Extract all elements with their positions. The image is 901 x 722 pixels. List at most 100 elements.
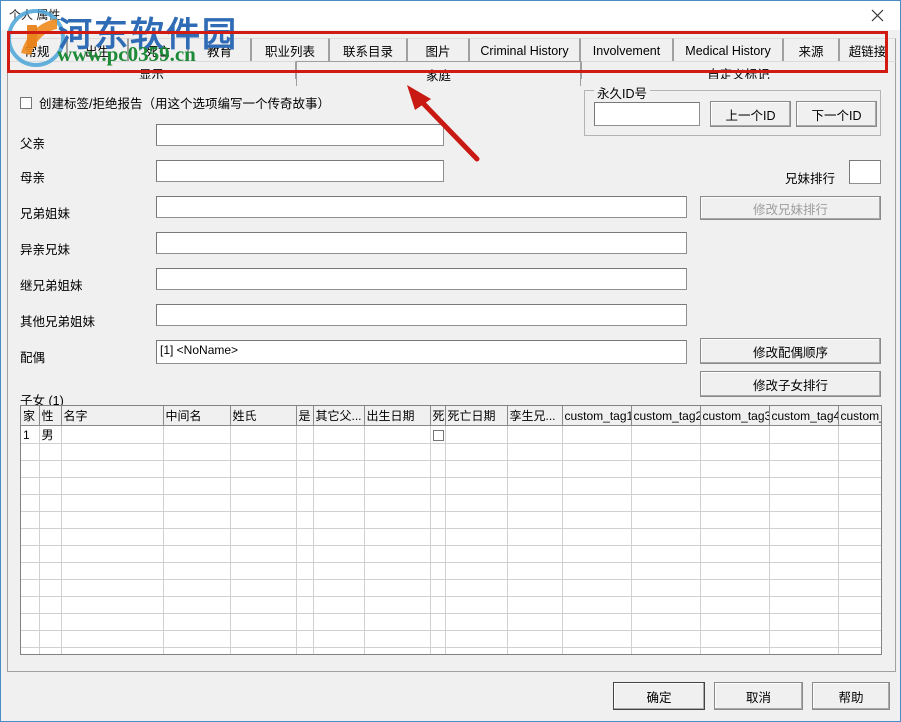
tab-jiaoyu[interactable]: 教育 [188,38,251,62]
table-cell[interactable] [296,529,313,546]
table-cell[interactable] [562,597,631,614]
table-cell[interactable] [838,597,882,614]
table-cell[interactable] [61,563,163,580]
table-cell[interactable] [163,495,230,512]
table-cell[interactable] [507,444,562,461]
table-cell[interactable] [769,461,838,478]
table-cell[interactable] [61,426,163,444]
table-cell[interactable] [61,580,163,597]
table-cell[interactable] [445,461,507,478]
column-header[interactable]: custom_tag4 [769,406,838,426]
table-cell[interactable] [61,461,163,478]
close-icon[interactable] [854,1,900,29]
table-cell[interactable] [61,546,163,563]
table-cell[interactable] [631,495,700,512]
table-cell[interactable] [430,444,445,461]
table-cell[interactable] [700,426,769,444]
table-cell[interactable] [313,444,364,461]
table-cell[interactable] [39,631,61,648]
table-cell[interactable] [61,495,163,512]
table-cell[interactable] [364,444,430,461]
table-cell[interactable] [364,461,430,478]
children-grid[interactable]: 家性名字中间名姓氏是其它父...出生日期死死亡日期孪生兄...custom_ta… [20,405,882,655]
table-cell[interactable] [700,478,769,495]
table-cell[interactable] [700,563,769,580]
table-cell[interactable] [507,580,562,597]
table-cell[interactable] [364,546,430,563]
table-cell[interactable] [364,648,430,656]
table-cell[interactable] [313,478,364,495]
table-cell[interactable] [430,495,445,512]
tab-laiyuan[interactable]: 来源 [783,38,839,62]
other-siblings-input[interactable] [156,304,687,326]
table-cell[interactable] [507,563,562,580]
table-row-empty[interactable] [21,444,882,461]
table-cell[interactable] [296,648,313,656]
next-id-button[interactable]: 下一个ID [796,101,877,127]
table-cell[interactable] [364,512,430,529]
ok-button[interactable]: 确定 [613,682,705,710]
create-tag-checkbox[interactable] [20,97,32,109]
table-cell[interactable] [445,512,507,529]
table-cell[interactable] [39,529,61,546]
table-cell[interactable] [163,512,230,529]
table-cell[interactable] [430,426,445,444]
table-cell[interactable] [230,478,296,495]
table-cell[interactable] [296,426,313,444]
sibling-order-input[interactable] [849,160,881,184]
column-header[interactable]: custom_tag1 [562,406,631,426]
table-cell[interactable] [364,529,430,546]
table-cell[interactable] [39,512,61,529]
column-header[interactable]: 是 [296,406,313,426]
table-cell[interactable] [430,614,445,631]
table-cell[interactable]: 男 [39,426,61,444]
table-cell[interactable] [364,495,430,512]
table-cell[interactable] [364,631,430,648]
table-cell[interactable] [700,580,769,597]
table-cell[interactable] [769,495,838,512]
table-row-empty[interactable] [21,614,882,631]
tab-criminal-history[interactable]: Criminal History [469,38,580,62]
table-row-empty[interactable] [21,495,882,512]
table-cell[interactable] [445,495,507,512]
half-siblings-input[interactable] [156,232,687,254]
column-header[interactable]: custom_tag2 [631,406,700,426]
table-cell[interactable] [562,478,631,495]
table-cell[interactable] [507,648,562,656]
table-cell[interactable] [769,512,838,529]
table-cell[interactable] [21,529,39,546]
table-row-empty[interactable] [21,563,882,580]
table-cell[interactable] [313,614,364,631]
table-row-empty[interactable] [21,461,882,478]
table-row-empty[interactable] [21,648,882,656]
table-cell[interactable] [21,495,39,512]
table-cell[interactable] [769,563,838,580]
table-cell[interactable] [507,631,562,648]
table-cell[interactable] [445,529,507,546]
table-cell[interactable] [163,546,230,563]
table-cell[interactable] [430,529,445,546]
tab-siwang[interactable]: 死亡 [128,38,188,62]
table-cell[interactable] [430,478,445,495]
table-cell[interactable] [430,648,445,656]
table-cell[interactable] [163,563,230,580]
table-cell[interactable] [296,563,313,580]
table-cell[interactable] [313,597,364,614]
table-cell[interactable] [296,461,313,478]
table-cell[interactable] [631,546,700,563]
tab-chusheng[interactable]: 出生 [67,38,128,62]
table-cell[interactable] [562,648,631,656]
table-cell[interactable] [39,580,61,597]
table-cell[interactable] [838,461,882,478]
table-cell[interactable] [163,444,230,461]
table-cell[interactable] [430,563,445,580]
table-cell[interactable] [769,444,838,461]
table-cell[interactable] [769,631,838,648]
table-cell[interactable] [163,631,230,648]
table-cell[interactable] [700,614,769,631]
table-cell[interactable] [631,512,700,529]
table-cell[interactable] [61,648,163,656]
table-cell[interactable] [445,426,507,444]
table-cell[interactable] [700,444,769,461]
table-cell[interactable] [430,597,445,614]
